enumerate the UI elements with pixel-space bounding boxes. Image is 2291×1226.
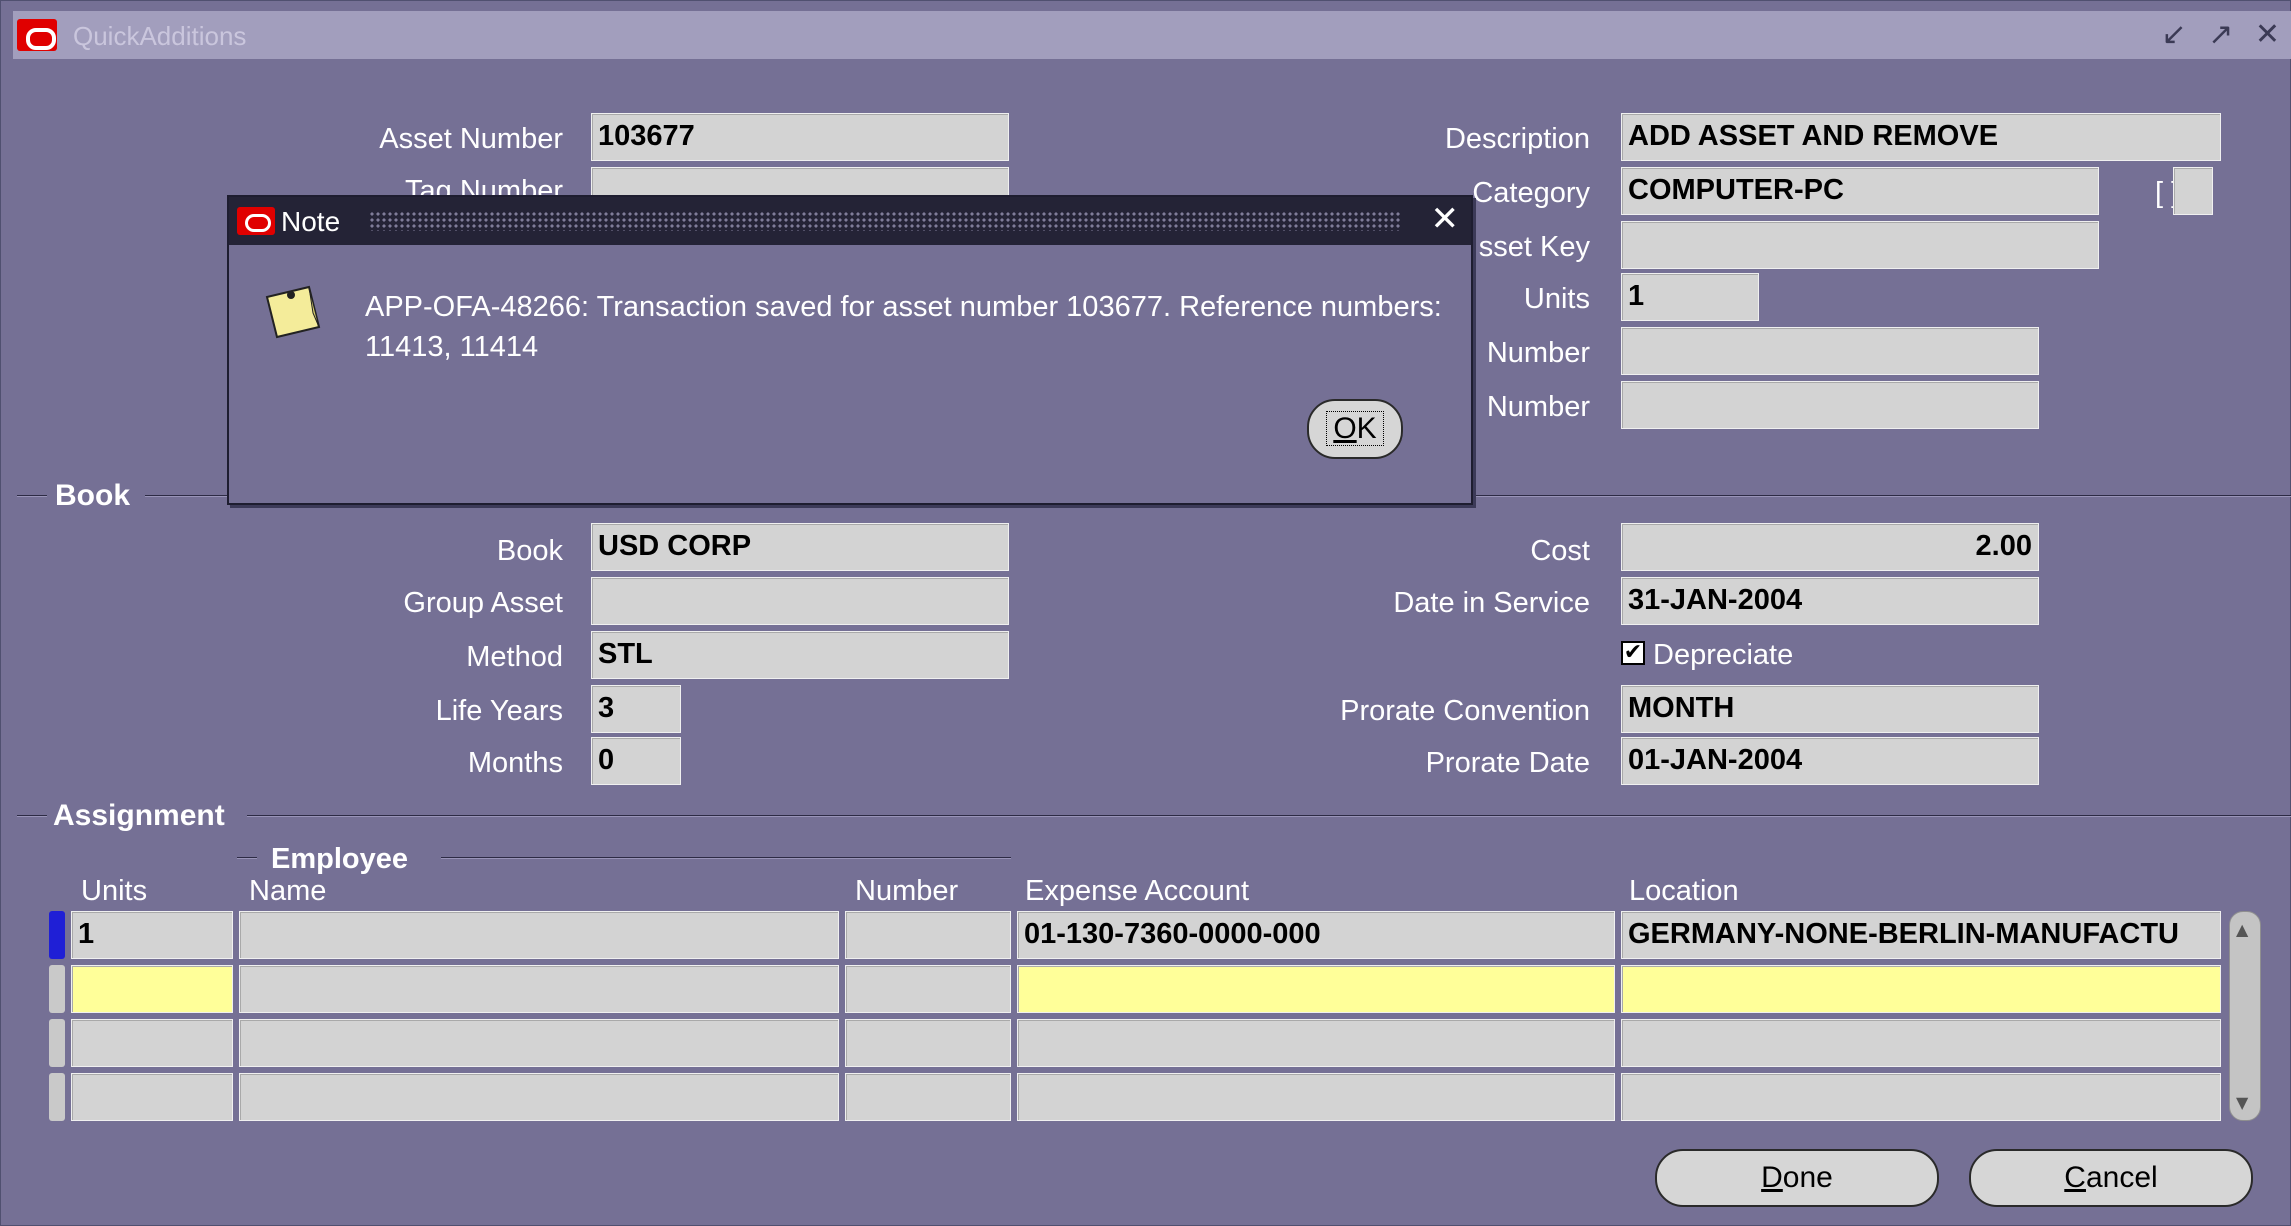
row-expense-account-cell[interactable] bbox=[1017, 965, 1615, 1013]
date-in-service-field[interactable]: 31-JAN-2004 bbox=[1621, 577, 2039, 625]
oracle-logo-icon bbox=[17, 19, 57, 51]
row-number-cell[interactable] bbox=[845, 911, 1011, 959]
method-field[interactable]: STL bbox=[591, 631, 1009, 679]
window-controls[interactable]: ↙ ↗ ✕ bbox=[2162, 17, 2286, 52]
close-icon[interactable]: ✕ bbox=[1431, 199, 1460, 239]
cancel-button[interactable]: Cancel bbox=[1969, 1149, 2253, 1207]
dialog-title-grip bbox=[369, 211, 1401, 231]
done-button[interactable]: Done bbox=[1655, 1149, 1939, 1207]
row-expense-account-cell[interactable]: 01-130-7360-0000-000 bbox=[1017, 911, 1615, 959]
col-location: Location bbox=[1629, 875, 1739, 907]
depreciate-label: Depreciate bbox=[1653, 639, 1794, 671]
number-field-2[interactable] bbox=[1621, 381, 2039, 429]
date-in-service-label: Date in Service bbox=[1393, 587, 1590, 619]
prorate-convention-label: Prorate Convention bbox=[1340, 695, 1590, 727]
asset-key-label: sset Key bbox=[1478, 231, 1590, 263]
note-icon bbox=[265, 285, 321, 339]
row-number-cell[interactable] bbox=[845, 965, 1011, 1013]
book-section-title: Book bbox=[55, 479, 130, 512]
row-name-cell[interactable] bbox=[239, 1073, 839, 1121]
row-units-cell[interactable] bbox=[71, 965, 233, 1013]
title-bar[interactable]: QuickAdditions ↙ ↗ ✕ bbox=[13, 11, 2291, 59]
employee-group-line-left bbox=[237, 857, 257, 859]
row-name-cell[interactable] bbox=[239, 965, 839, 1013]
cost-label: Cost bbox=[1530, 535, 1590, 567]
col-expense-account: Expense Account bbox=[1025, 875, 1250, 907]
row-location-cell[interactable] bbox=[1621, 1073, 2221, 1121]
row-name-cell[interactable] bbox=[239, 911, 839, 959]
ok-button-label: OK bbox=[1326, 411, 1384, 446]
assignment-divider bbox=[247, 815, 2291, 817]
book-label: Book bbox=[496, 535, 563, 567]
row-expense-account-cell[interactable] bbox=[1017, 1073, 1615, 1121]
row-units-cell[interactable]: 1 bbox=[71, 911, 233, 959]
window-title: QuickAdditions bbox=[73, 21, 247, 51]
assignment-scrollbar[interactable]: ▲ ▼ bbox=[2229, 911, 2261, 1121]
row-indicator[interactable] bbox=[49, 965, 65, 1013]
row-units-cell[interactable] bbox=[71, 1019, 233, 1067]
scroll-up-icon[interactable]: ▲ bbox=[2236, 920, 2248, 939]
life-years-field[interactable]: 3 bbox=[591, 685, 681, 733]
cost-field[interactable]: 2.00 bbox=[1621, 523, 2039, 571]
col-number: Number bbox=[855, 875, 959, 907]
units-label: Units bbox=[1523, 283, 1590, 315]
method-label: Method bbox=[466, 641, 563, 673]
row-name-cell[interactable] bbox=[239, 1019, 839, 1067]
col-name: Name bbox=[249, 875, 327, 907]
units-field[interactable]: 1 bbox=[1621, 273, 1759, 321]
number-label-1: Number bbox=[1486, 337, 1590, 369]
category-field[interactable]: COMPUTER-PC bbox=[1621, 167, 2099, 215]
description-field[interactable]: ADD ASSET AND REMOVE bbox=[1621, 113, 2221, 161]
col-units: Units bbox=[81, 875, 148, 907]
number-field-1[interactable] bbox=[1621, 327, 2039, 375]
scroll-down-icon[interactable]: ▼ bbox=[2236, 1093, 2248, 1112]
employee-group-line bbox=[441, 857, 1011, 859]
months-field[interactable]: 0 bbox=[591, 737, 681, 785]
description-label: Description bbox=[1444, 123, 1590, 155]
row-expense-account-cell[interactable] bbox=[1017, 1019, 1615, 1067]
asset-number-label: Asset Number bbox=[379, 123, 563, 155]
depreciate-checkbox[interactable]: ✔ bbox=[1621, 641, 1645, 665]
oracle-logo-icon bbox=[237, 207, 275, 235]
quickadditions-window: QuickAdditions ↙ ↗ ✕ Asset Number 103677… bbox=[0, 0, 2291, 1226]
dialog-title: Note bbox=[281, 206, 341, 237]
prorate-date-field[interactable]: 01-JAN-2004 bbox=[1621, 737, 2039, 785]
row-location-cell[interactable] bbox=[1621, 965, 2221, 1013]
row-number-cell[interactable] bbox=[845, 1019, 1011, 1067]
asset-number-field[interactable]: 103677 bbox=[591, 113, 1009, 161]
book-field[interactable]: USD CORP bbox=[591, 523, 1009, 571]
group-asset-label: Group Asset bbox=[403, 587, 563, 619]
row-indicator[interactable] bbox=[49, 1073, 65, 1121]
note-dialog: Note ✕ APP-OFA-48266: Transaction saved … bbox=[227, 195, 1473, 505]
prorate-convention-field[interactable]: MONTH bbox=[1621, 685, 2039, 733]
asset-key-field[interactable] bbox=[1621, 221, 2099, 269]
book-divider-left bbox=[17, 495, 47, 497]
row-location-cell[interactable]: GERMANY-NONE-BERLIN-MANUFACTU bbox=[1621, 911, 2221, 959]
group-asset-field[interactable] bbox=[591, 577, 1009, 625]
row-indicator[interactable] bbox=[49, 1019, 65, 1067]
dialog-message: APP-OFA-48266: Transaction saved for ass… bbox=[365, 291, 1442, 363]
prorate-date-label: Prorate Date bbox=[1425, 747, 1590, 779]
row-number-cell[interactable] bbox=[845, 1073, 1011, 1121]
dialog-title-bar[interactable]: Note ✕ bbox=[229, 197, 1471, 245]
months-label: Months bbox=[467, 747, 563, 779]
row-location-cell[interactable] bbox=[1621, 1019, 2221, 1067]
assignment-section-title: Assignment bbox=[53, 799, 225, 832]
row-indicator-current[interactable] bbox=[49, 911, 65, 959]
row-units-cell[interactable] bbox=[71, 1073, 233, 1121]
assignment-divider-left bbox=[17, 815, 47, 817]
life-years-label: Life Years bbox=[435, 695, 563, 727]
ok-button[interactable]: OK bbox=[1307, 399, 1403, 459]
employee-group-title: Employee bbox=[271, 843, 408, 875]
flex-field-button[interactable] bbox=[2173, 167, 2213, 215]
category-label: Category bbox=[1472, 177, 1590, 209]
number-label-2: Number bbox=[1486, 391, 1590, 423]
